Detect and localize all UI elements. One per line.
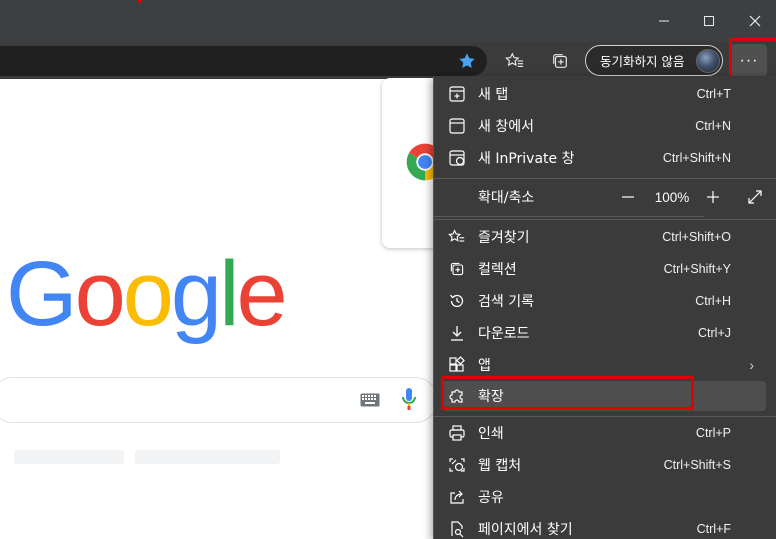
title-bar [0, 0, 776, 42]
google-logo: Google [6, 248, 288, 340]
share-icon [448, 488, 466, 506]
menu-item-new-tab[interactable]: 새 탭 Ctrl+T [442, 79, 766, 109]
menu-item-label: 즐겨찾기 [478, 230, 530, 246]
menu-item-new-window[interactable]: 새 창에서 Ctrl+N [442, 111, 766, 141]
menu-item-shortcut: Ctrl+H [695, 294, 731, 308]
page-chip [135, 450, 280, 464]
menu-divider [434, 416, 776, 417]
menu-item-favorites[interactable]: 즐겨찾기 Ctrl+Shift+O [442, 222, 766, 252]
menu-item-print[interactable]: 인쇄 Ctrl+P [442, 418, 766, 448]
menu-item-label: 페이지에서 찾기 [478, 522, 573, 538]
menu-item-zoom: 확대/축소 100% [442, 182, 766, 212]
keyboard-icon[interactable] [360, 393, 380, 407]
zoom-in-button[interactable] [698, 182, 728, 212]
google-letter: G [6, 243, 78, 345]
google-letter: g [170, 243, 222, 345]
history-icon [448, 292, 466, 310]
chevron-right-icon: › [749, 357, 754, 373]
page-chip [14, 450, 124, 464]
inprivate-icon [448, 149, 466, 167]
close-button[interactable] [738, 6, 772, 36]
sync-status-label: 동기화하지 않음 [600, 54, 685, 69]
menu-item-web-capture[interactable]: 웹 캡처 Ctrl+Shift+S [442, 450, 766, 480]
print-icon [448, 424, 466, 442]
menu-item-shortcut: Ctrl+P [695, 426, 731, 440]
menu-divider [434, 219, 776, 220]
menu-item-shortcut: Ctrl+J [698, 326, 731, 340]
menu-item-label: 새 창에서 [478, 119, 534, 135]
zoom-label: 확대/축소 [478, 190, 535, 206]
menu-item-shortcut: Ctrl+F [696, 522, 731, 536]
google-letter: e [236, 243, 288, 345]
new-tab-icon [448, 85, 466, 103]
sync-status-button[interactable]: 동기화하지 않음 [585, 45, 723, 76]
favorites-icon [505, 52, 524, 67]
close-icon [749, 15, 761, 27]
minus-icon [622, 196, 634, 198]
browser-toolbar: 동기화하지 않음 ··· [0, 42, 776, 79]
menu-item-label: 공유 [478, 490, 504, 506]
zoom-out-button[interactable] [613, 182, 643, 212]
web-capture-icon [448, 456, 466, 474]
find-icon [448, 520, 466, 538]
menu-item-collections[interactable]: 컬렉션 Ctrl+Shift+Y [442, 254, 766, 284]
zoom-value: 100% [654, 189, 690, 205]
google-letter: l [219, 243, 240, 345]
menu-item-label: 새 탭 [478, 87, 509, 103]
favorites-button[interactable] [500, 46, 530, 76]
fullscreen-button[interactable] [740, 182, 770, 212]
maximize-icon [704, 16, 714, 26]
menu-divider [434, 216, 704, 217]
google-letter: o [74, 243, 126, 345]
menu-item-shortcut: Ctrl+Shift+N [662, 151, 731, 165]
menu-item-shortcut: Ctrl+Shift+Y [663, 262, 731, 276]
maximize-button[interactable] [692, 6, 726, 36]
collections-icon [553, 54, 567, 68]
menu-item-shortcut: Ctrl+Shift+S [663, 458, 731, 472]
minimize-button[interactable] [647, 6, 681, 36]
menu-item-shortcut: Ctrl+Shift+O [662, 230, 731, 244]
menu-item-inprivate[interactable]: 새 InPrivate 창 Ctrl+Shift+N [442, 143, 766, 173]
favorites-icon [448, 228, 466, 246]
menu-item-shortcut: Ctrl+T [696, 87, 731, 101]
tab-indicator [137, 0, 142, 3]
menu-item-label: 인쇄 [478, 426, 504, 442]
menu-item-share[interactable]: 공유 [442, 482, 766, 512]
menu-item-label: 컬렉션 [478, 262, 517, 278]
menu-item-find-on-page[interactable]: 페이지에서 찾기 Ctrl+F [442, 514, 766, 539]
address-bar[interactable] [0, 46, 487, 76]
menu-item-label: 검색 기록 [478, 294, 534, 310]
new-window-icon [448, 117, 466, 135]
menu-item-label: 웹 캡처 [478, 458, 522, 474]
profile-avatar [696, 49, 720, 73]
collections-icon [448, 260, 466, 278]
menu-item-label: 앱 [478, 358, 491, 374]
collections-button[interactable] [545, 46, 575, 76]
voice-search-icon[interactable] [401, 387, 417, 411]
fullscreen-icon [748, 190, 762, 204]
settings-menu: 새 탭 Ctrl+T 새 창에서 Ctrl+N 새 InPrivate 창 Ct… [433, 76, 776, 539]
menu-item-history[interactable]: 검색 기록 Ctrl+H [442, 286, 766, 316]
plus-icon [707, 191, 719, 203]
star-filled-icon [459, 53, 475, 68]
menu-divider [434, 178, 776, 179]
download-icon [448, 324, 466, 342]
menu-item-label: 새 InPrivate 창 [478, 151, 575, 167]
menu-item-downloads[interactable]: 다운로드 Ctrl+J [442, 318, 766, 348]
google-letter: o [122, 243, 174, 345]
favorite-star-button[interactable] [452, 46, 482, 76]
minimize-icon [659, 20, 669, 22]
highlight-box-extensions [441, 376, 694, 410]
apps-icon [448, 356, 466, 374]
menu-item-shortcut: Ctrl+N [695, 119, 731, 133]
menu-item-label: 다운로드 [478, 326, 530, 342]
